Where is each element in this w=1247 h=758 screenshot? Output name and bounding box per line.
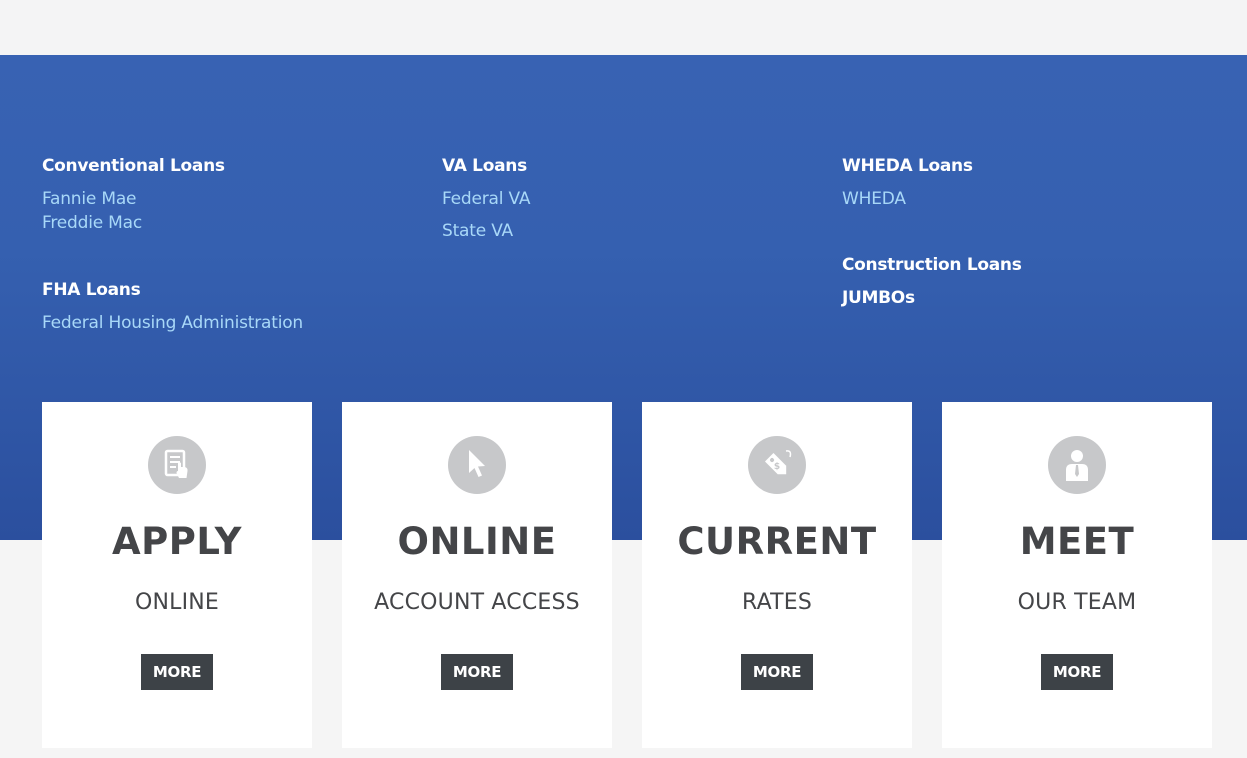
price-tag-icon: $ [748, 436, 806, 494]
federal-va-link[interactable]: Federal VA [442, 187, 822, 211]
wheda-link[interactable]: WHEDA [842, 187, 1222, 211]
loan-column-3: WHEDA Loans WHEDA Construction Loans JUM… [842, 155, 1222, 309]
person-icon [1048, 436, 1106, 494]
federal-housing-administration-link[interactable]: Federal Housing Administration [42, 311, 422, 335]
card-title: APPLY [112, 520, 242, 563]
card-title: CURRENT [677, 520, 877, 563]
freddie-mac-link[interactable]: Freddie Mac [42, 211, 422, 235]
cursor-icon [448, 436, 506, 494]
fannie-mae-link[interactable]: Fannie Mae [42, 187, 422, 211]
apply-online-card: APPLY ONLINE MORE [42, 402, 312, 748]
meet-our-team-card: MEET OUR TEAM MORE [942, 402, 1212, 748]
loan-column-2: VA Loans Federal VA State VA [442, 155, 822, 243]
card-subtitle: ACCOUNT ACCESS [374, 590, 580, 615]
conventional-loans-heading: Conventional Loans [42, 156, 225, 176]
rates-more-button[interactable]: MORE [741, 654, 813, 690]
construction-loans-heading[interactable]: Construction Loans [842, 254, 1222, 276]
wheda-loans-heading: WHEDA Loans [842, 156, 973, 176]
card-subtitle: RATES [741, 590, 813, 615]
apply-more-button[interactable]: MORE [141, 654, 213, 690]
current-rates-card: $ CURRENT RATES MORE [642, 402, 912, 748]
card-title: MEET [1019, 520, 1135, 563]
fha-loans-heading: FHA Loans [42, 280, 141, 300]
va-loans-heading: VA Loans [442, 156, 527, 176]
online-account-access-card: ONLINE ACCOUNT ACCESS MORE [342, 402, 612, 748]
team-more-button[interactable]: MORE [1041, 654, 1113, 690]
state-va-link[interactable]: State VA [442, 219, 822, 243]
top-strip [0, 0, 1247, 55]
document-icon [148, 436, 206, 494]
online-more-button[interactable]: MORE [441, 654, 513, 690]
svg-text:$: $ [774, 462, 780, 472]
loan-column-1: Conventional Loans Fannie Mae Freddie Ma… [42, 155, 422, 335]
jumbos-heading[interactable]: JUMBOs [842, 287, 1222, 309]
card-subtitle: OUR TEAM [1017, 590, 1137, 615]
card-subtitle: ONLINE [134, 590, 220, 615]
card-title: ONLINE [397, 520, 557, 563]
